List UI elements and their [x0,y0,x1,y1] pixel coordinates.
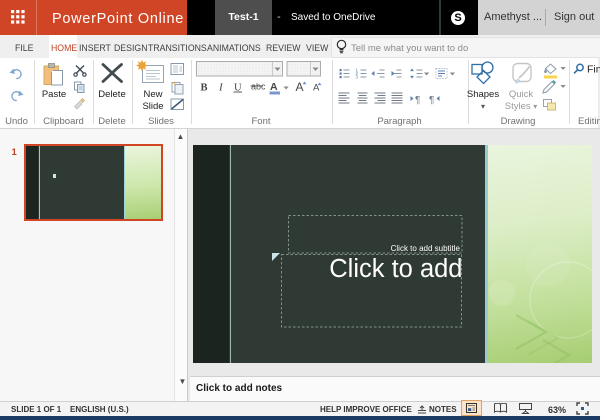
svg-text:A: A [296,80,304,94]
svg-text:3: 3 [356,75,359,80]
svg-text:B: B [201,83,208,94]
svg-text:I: I [218,82,224,94]
svg-text:A: A [270,81,278,93]
svg-text:Find: Find [587,64,600,76]
svg-text:¶: ¶ [429,95,434,106]
svg-text:abc: abc [251,82,266,92]
svg-text:¶: ¶ [415,95,420,106]
